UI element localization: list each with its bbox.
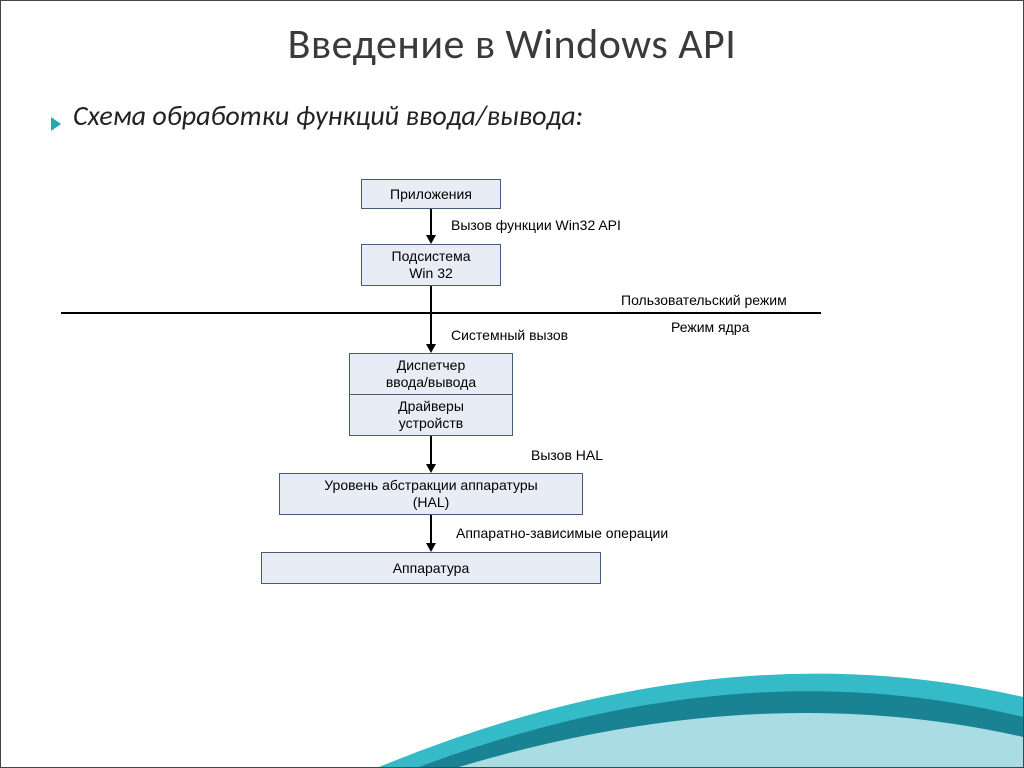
arrow-down-icon (426, 464, 436, 473)
label-kernel-mode: Режим ядра (671, 319, 749, 335)
mode-divider-line (61, 312, 821, 314)
box-hal: Уровень абстракции аппаратуры (HAL) (279, 473, 583, 515)
arrow-down-icon (426, 344, 436, 353)
label-call-win32: Вызов функции Win32 API (451, 217, 621, 233)
box-io-manager: Диспетчер ввода/вывода (349, 353, 513, 395)
connector-line (430, 286, 432, 312)
box-win32-subsystem: Подсистема Win 32 (361, 244, 501, 286)
label-call-hal: Вызов HAL (531, 447, 603, 463)
arrow-down-icon (426, 543, 436, 552)
triangle-bullet-icon (51, 117, 61, 131)
box-hardware: Аппаратура (261, 552, 601, 584)
decorative-swoosh (0, 647, 1023, 767)
label-system-call: Системный вызов (451, 327, 568, 343)
connector-line (430, 312, 432, 346)
label-hw-ops: Аппаратно-зависимые операции (456, 525, 668, 541)
connector-line (430, 436, 432, 466)
box-device-drivers: Драйверы устройств (349, 394, 513, 436)
slide: Введение в Windows API Схема обработки ф… (0, 0, 1024, 768)
label-user-mode: Пользовательский режим (621, 292, 787, 308)
bullet-row: Схема обработки функций ввода/вывода: (51, 98, 1023, 133)
slide-title: Введение в Windows API (1, 19, 1023, 70)
subtitle-text: Схема обработки функций ввода/вывода: (73, 98, 583, 133)
arrow-down-icon (426, 235, 436, 244)
connector-line (430, 209, 432, 237)
box-applications: Приложения (361, 179, 501, 209)
connector-line (430, 515, 432, 545)
